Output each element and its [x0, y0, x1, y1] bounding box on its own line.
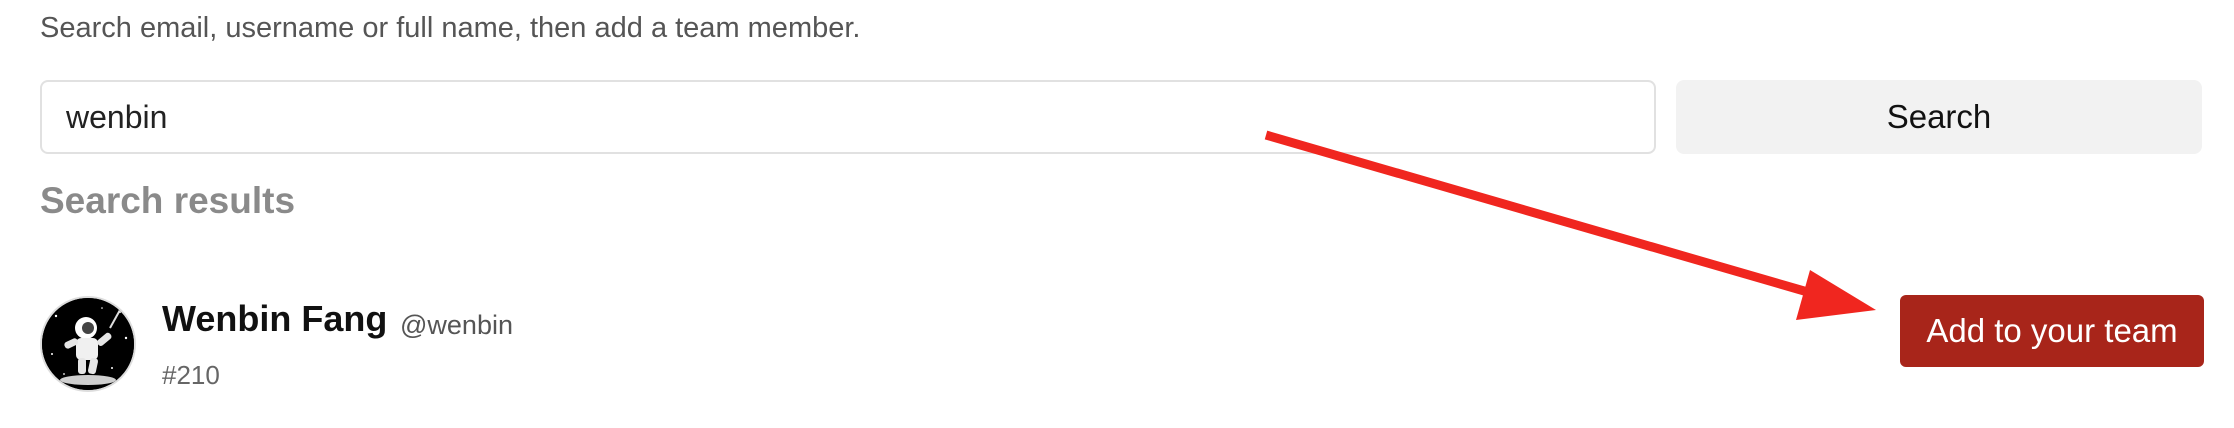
user-full-name: Wenbin Fang — [162, 298, 388, 339]
user-id: #210 — [162, 360, 220, 390]
add-to-team-button[interactable]: Add to your team — [1900, 295, 2204, 367]
user-handle: @wenbin — [400, 310, 513, 340]
avatar — [40, 296, 136, 392]
search-button[interactable]: Search — [1676, 80, 2202, 154]
red-arrow-annotation-icon — [1264, 130, 1876, 320]
instructions-text: Search email, username or full name, the… — [40, 12, 861, 44]
search-results-heading: Search results — [40, 180, 296, 221]
search-input[interactable] — [40, 80, 1656, 154]
add-team-member-page: Search email, username or full name, the… — [0, 0, 2234, 428]
astronaut-avatar-icon — [42, 298, 134, 390]
